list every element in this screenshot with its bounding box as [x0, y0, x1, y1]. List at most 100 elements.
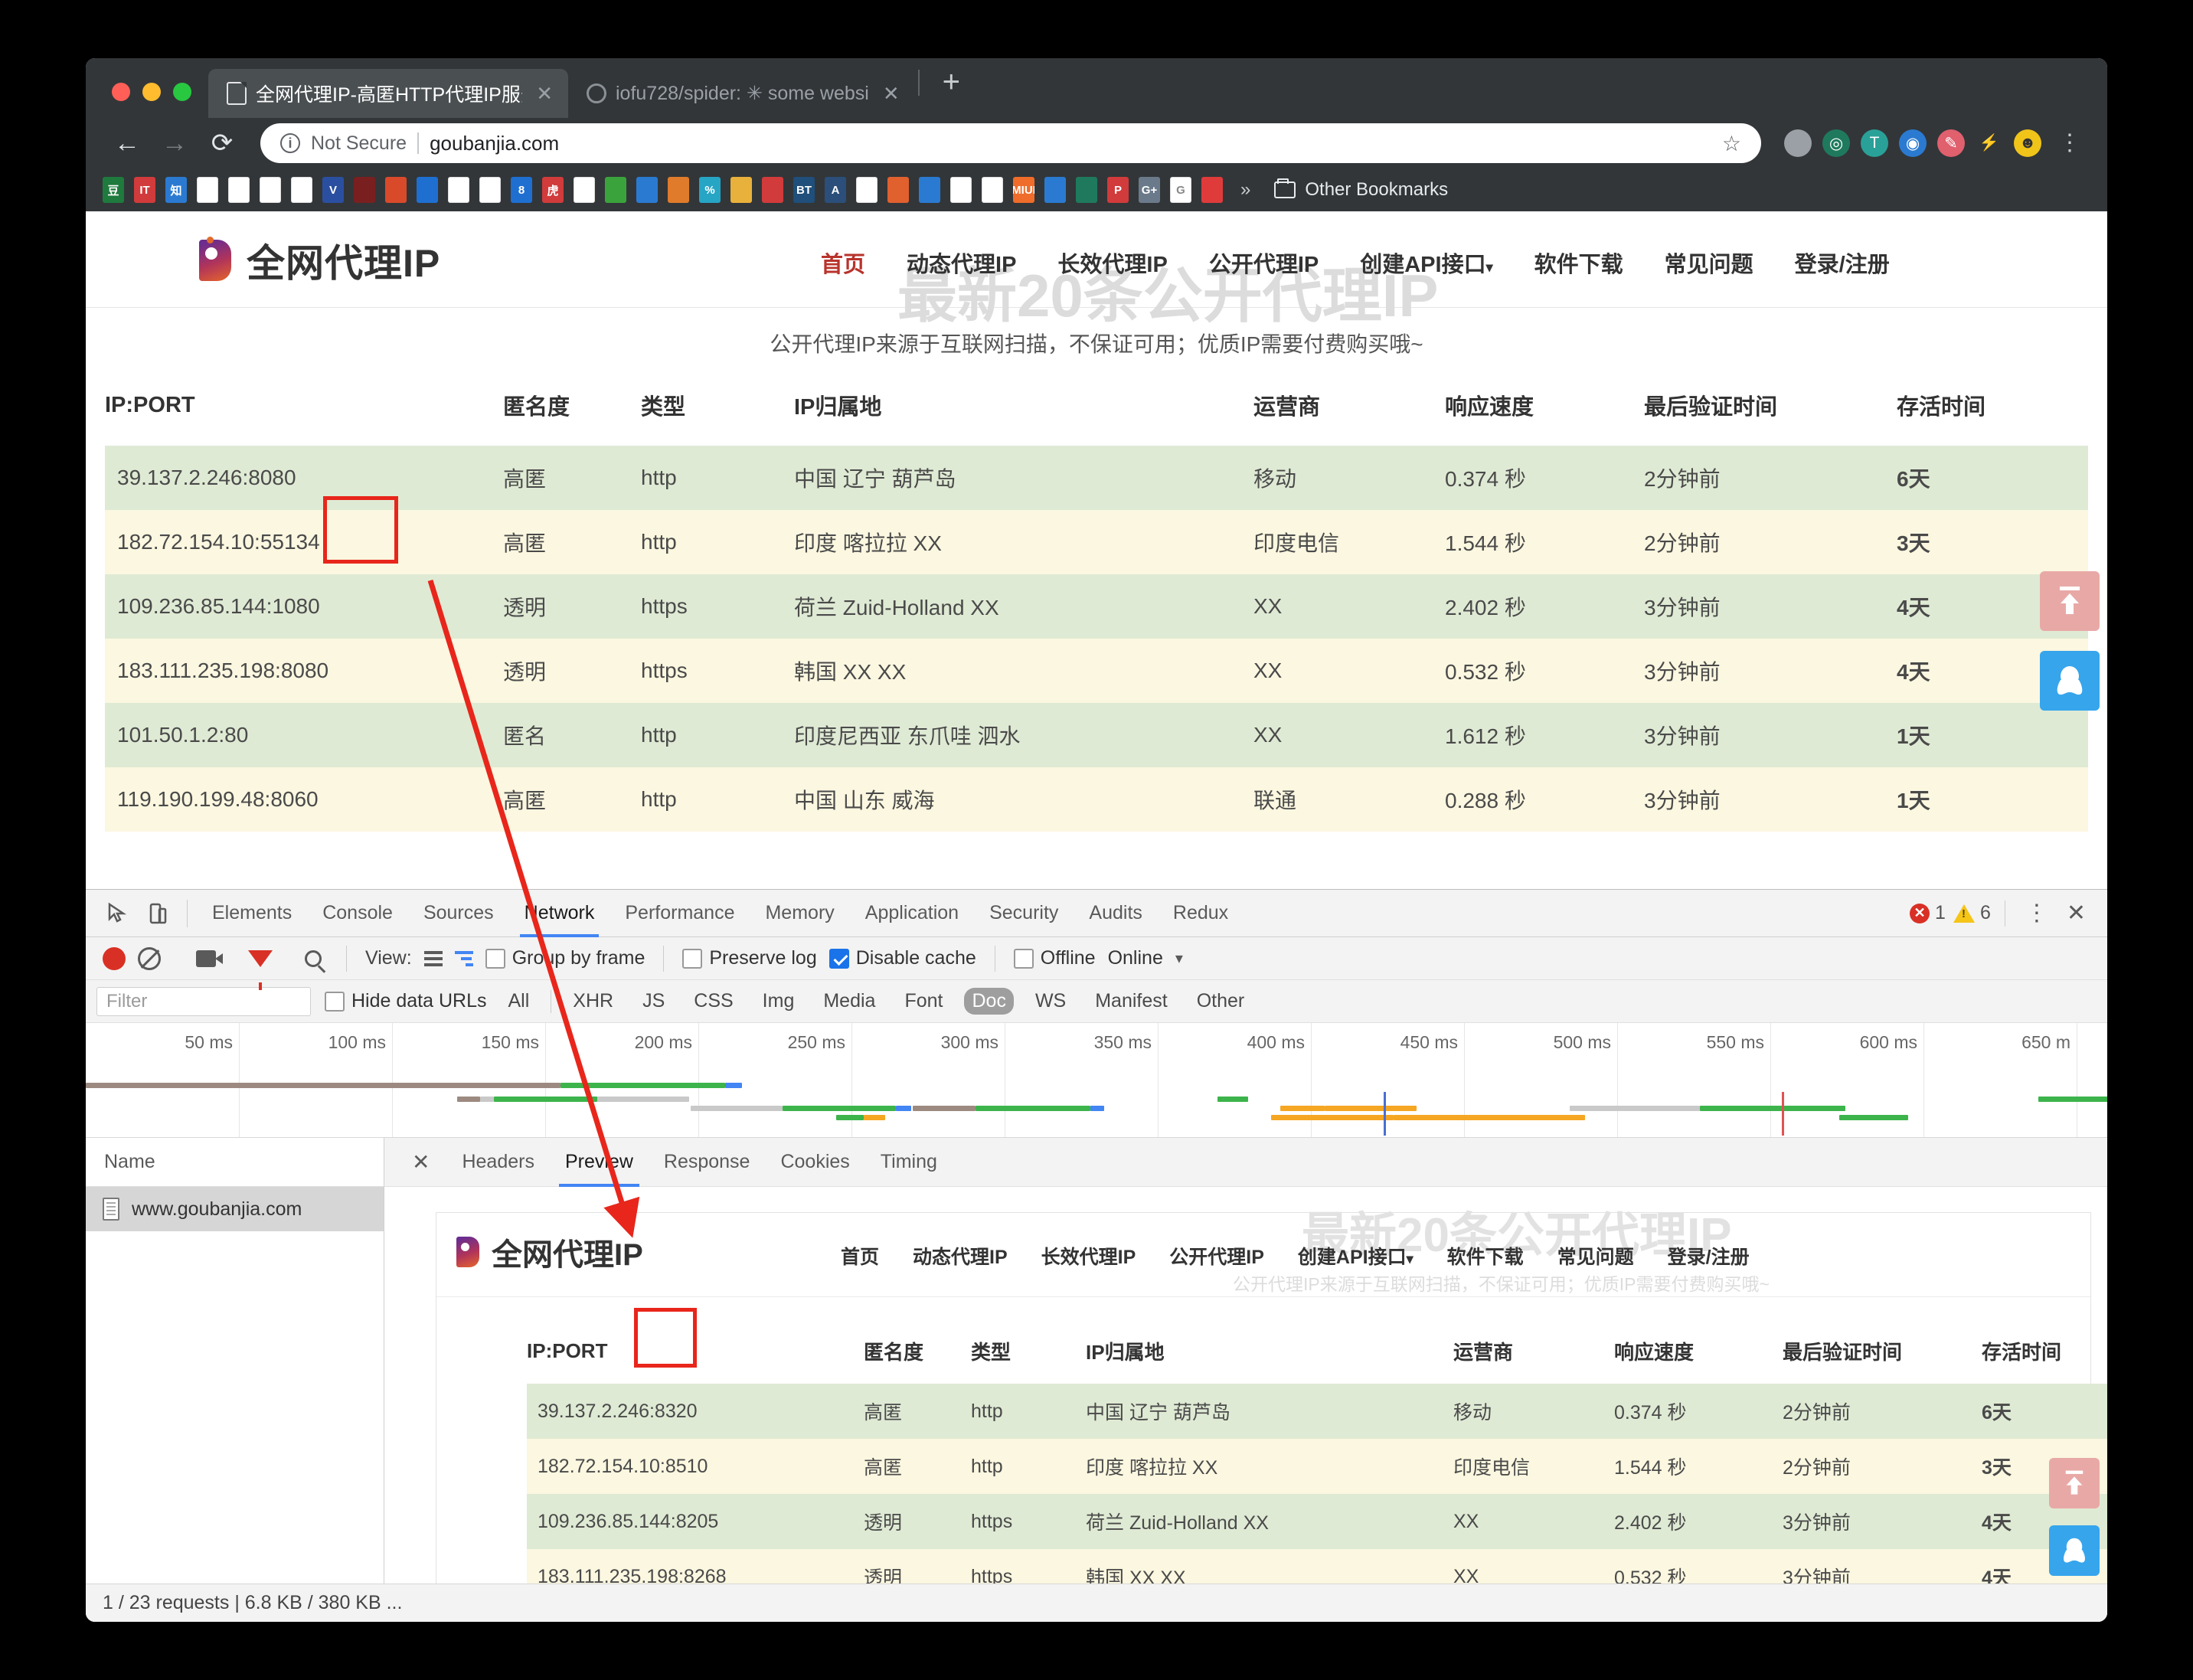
filter-type-manifest[interactable]: Manifest: [1087, 988, 1175, 1015]
filter-type-ws[interactable]: WS: [1028, 988, 1074, 1015]
bookmark-item-0[interactable]: 豆: [103, 177, 124, 203]
network-overview-timeline[interactable]: 50 ms 100 ms 150 ms 200 ms 250 ms 300 ms 350 m…: [86, 1023, 2107, 1138]
extension-emoji-icon[interactable]: ☻: [2014, 129, 2041, 157]
info-icon[interactable]: i: [280, 133, 300, 153]
record-icon[interactable]: [103, 946, 126, 970]
site-nav-item-0[interactable]: 首页: [821, 247, 865, 279]
devtools-panel-sources[interactable]: Sources: [408, 890, 509, 937]
extension-bolt-icon[interactable]: ⚡: [1976, 129, 2003, 157]
forward-button[interactable]: →: [153, 122, 196, 165]
extension-teal-icon[interactable]: T: [1861, 129, 1888, 157]
devtools-panel-memory[interactable]: Memory: [750, 890, 849, 937]
extension-pink-icon[interactable]: ✎: [1937, 129, 1965, 157]
disable-cache-checkbox[interactable]: Disable cache: [829, 947, 976, 969]
devtools-panel-application[interactable]: Application: [850, 890, 974, 937]
scroll-to-top-button[interactable]: [2040, 571, 2100, 631]
throttling-label[interactable]: Online: [1108, 947, 1163, 969]
address-bar[interactable]: i Not Secure goubanjia.com ☆: [260, 123, 1761, 163]
table-row[interactable]: 183.111.235.198:8080 透明 https 韩国 XX XX XX 0.5…: [105, 639, 2088, 703]
minimize-window-button[interactable]: [142, 83, 161, 101]
bookmark-item-35[interactable]: [1201, 177, 1223, 203]
qq-contact-button[interactable]: [2040, 651, 2100, 711]
filter-type-media[interactable]: Media: [815, 988, 883, 1015]
bookmark-item-31[interactable]: [1076, 177, 1097, 203]
error-badge[interactable]: ✕ 1: [1910, 902, 1946, 924]
bookmark-item-33[interactable]: G+: [1139, 177, 1160, 203]
bookmark-item-11[interactable]: [448, 177, 469, 203]
bookmarks-overflow-icon[interactable]: »: [1240, 179, 1250, 201]
inspect-element-icon[interactable]: [98, 895, 138, 932]
bookmark-item-3[interactable]: [197, 177, 218, 203]
hide-data-urls-checkbox[interactable]: Hide data URLs: [325, 990, 486, 1012]
table-row[interactable]: 101.50.1.2:80 匿名 http 印度尼西亚 东爪哇 泗水 XX 1.612 秒…: [105, 703, 2088, 767]
table-row[interactable]: 119.190.199.48:8060 高匿 http 中国 山东 威海 联通 0.288…: [105, 767, 2088, 832]
close-tab-1-button[interactable]: ✕: [878, 82, 904, 106]
bookmark-item-9[interactable]: [385, 177, 407, 203]
close-window-button[interactable]: [112, 83, 130, 101]
avatar-icon[interactable]: [1784, 129, 1812, 157]
site-nav-item-2[interactable]: 长效代理IP: [1057, 247, 1167, 279]
browser-tab-1[interactable]: iofu728/spider: ✳ some websi ✕: [568, 69, 915, 118]
close-icon[interactable]: ✕: [2062, 900, 2090, 927]
bookmark-item-18[interactable]: [668, 177, 689, 203]
bookmark-item-10[interactable]: [417, 177, 438, 203]
filter-type-js[interactable]: JS: [635, 988, 672, 1015]
site-nav-item-3[interactable]: 公开代理IP: [1209, 247, 1319, 279]
bookmark-item-26[interactable]: [919, 177, 940, 203]
preserve-log-checkbox[interactable]: Preserve log: [682, 947, 817, 969]
bookmark-item-5[interactable]: [260, 177, 281, 203]
search-icon[interactable]: [305, 949, 322, 967]
bookmark-item-21[interactable]: [762, 177, 783, 203]
table-row[interactable]: 109.236.85.144:1080 透明 https 荷兰 Zuid-Hollan…: [105, 574, 2088, 639]
browser-menu-kebab-icon[interactable]: ⋮: [2052, 132, 2087, 155]
devtools-panel-performance[interactable]: Performance: [610, 890, 750, 937]
warning-badge[interactable]: 6: [1953, 902, 1991, 924]
extension-green-icon[interactable]: ◎: [1822, 129, 1850, 157]
site-nav-item-7[interactable]: 登录/注册: [1795, 247, 1890, 279]
chevron-down-icon[interactable]: ▾: [1175, 949, 1183, 968]
maximize-window-button[interactable]: [173, 83, 191, 101]
bookmark-item-28[interactable]: [982, 177, 1003, 203]
bookmark-item-20[interactable]: [730, 177, 752, 203]
table-row[interactable]: 39.137.2.246:8080 高匿 http 中国 辽宁 葫芦岛 移动 0.374 …: [105, 446, 2088, 510]
network-request-row[interactable]: www.goubanjia.com: [86, 1187, 384, 1231]
devtools-panel-console[interactable]: Console: [307, 890, 408, 937]
other-bookmarks-folder[interactable]: Other Bookmarks: [1274, 178, 1448, 201]
filter-type-css[interactable]: CSS: [686, 988, 740, 1015]
filter-type-doc[interactable]: Doc: [964, 988, 1014, 1015]
filter-type-img[interactable]: Img: [755, 988, 802, 1015]
bookmark-item-24[interactable]: [856, 177, 878, 203]
bookmark-item-17[interactable]: [636, 177, 658, 203]
bookmark-item-12[interactable]: [479, 177, 501, 203]
table-row[interactable]: 182.72.154.10:55134 高匿 http 印度 喀拉拉 XX 印度电信 1.…: [105, 510, 2088, 574]
bookmark-item-1[interactable]: IT: [134, 177, 155, 203]
bookmark-item-7[interactable]: V: [322, 177, 344, 203]
detail-close-button[interactable]: ✕: [395, 1149, 446, 1175]
devtools-panel-elements[interactable]: Elements: [197, 890, 307, 937]
extension-blue-icon[interactable]: ◉: [1899, 129, 1927, 157]
devtools-panel-security[interactable]: Security: [974, 890, 1074, 937]
site-nav-item-6[interactable]: 常见问题: [1665, 247, 1753, 279]
bookmark-item-32[interactable]: P: [1107, 177, 1129, 203]
bookmark-item-13[interactable]: 8: [511, 177, 532, 203]
detail-tab-preview[interactable]: Preview: [550, 1138, 649, 1187]
site-nav-item-4[interactable]: 创建API接口▾: [1360, 247, 1492, 279]
bookmark-item-34[interactable]: G: [1170, 177, 1191, 203]
close-tab-0-button[interactable]: ✕: [531, 82, 557, 106]
bookmark-item-22[interactable]: BT: [793, 177, 815, 203]
vertical-dots-icon[interactable]: ⋮: [2019, 901, 2054, 924]
waterfall-view-icon[interactable]: [454, 950, 473, 966]
bookmark-item-6[interactable]: [291, 177, 312, 203]
detail-tab-headers[interactable]: Headers: [446, 1138, 550, 1187]
devtools-panel-audits[interactable]: Audits: [1074, 890, 1157, 937]
bookmark-item-27[interactable]: [950, 177, 972, 203]
reload-button[interactable]: ⟳: [201, 122, 243, 165]
name-column-header[interactable]: Name: [86, 1138, 384, 1187]
devtools-panel-redux[interactable]: Redux: [1158, 890, 1244, 937]
bookmark-item-25[interactable]: [887, 177, 909, 203]
list-view-icon[interactable]: [423, 950, 443, 966]
detail-tab-cookies[interactable]: Cookies: [765, 1138, 864, 1187]
bookmark-item-29[interactable]: MIUI: [1013, 177, 1034, 203]
bookmark-item-8[interactable]: [354, 177, 375, 203]
bookmark-item-30[interactable]: [1044, 177, 1066, 203]
